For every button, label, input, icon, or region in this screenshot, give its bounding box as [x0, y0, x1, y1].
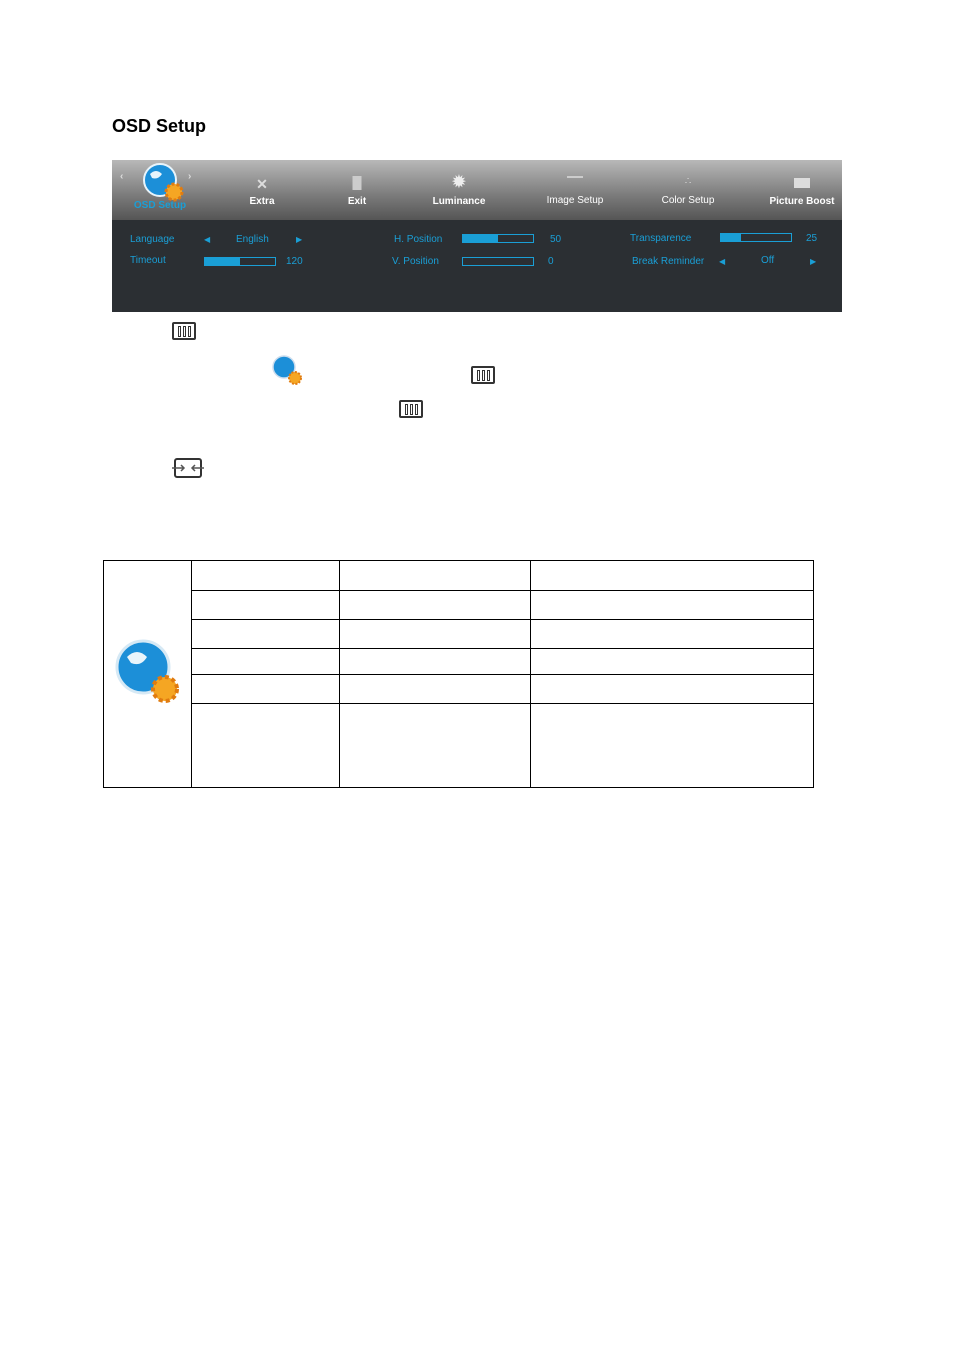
language-left-arrow[interactable]: ◀: [204, 235, 210, 244]
tab-extra[interactable]: ✕ Extra: [222, 160, 302, 220]
transparence-value: 25: [806, 233, 818, 244]
tools-icon: ✕: [256, 176, 268, 192]
v-position-slider[interactable]: [462, 257, 534, 266]
sun-icon: ✹: [452, 174, 466, 191]
transparence-slider[interactable]: [720, 233, 792, 242]
picture-boost-icon: [794, 178, 810, 188]
page-title: OSD Setup: [112, 116, 207, 136]
exit-door-icon: [352, 176, 362, 190]
color-dots-icon: ∴: [684, 176, 692, 187]
break-reminder-right-arrow[interactable]: ▶: [810, 257, 816, 266]
v-position-value: 0: [548, 256, 554, 267]
tab-image-setup[interactable]: Image Setup: [530, 160, 620, 220]
timeout-value: 120: [286, 256, 303, 267]
break-reminder-label: Break Reminder: [632, 256, 705, 267]
tab-picture-boost[interactable]: Picture Boost: [762, 160, 842, 220]
timeout-slider[interactable]: [204, 257, 276, 266]
osd-setup-cell: [103, 560, 192, 788]
osd-setup-icon: [115, 639, 179, 703]
tab-exit[interactable]: Exit: [317, 160, 397, 220]
menu-button-icon: [399, 400, 423, 418]
tab-color-setup[interactable]: ∴ Color Setup: [643, 160, 733, 220]
language-value: English: [236, 234, 269, 245]
h-position-slider[interactable]: [462, 234, 534, 243]
break-reminder-left-arrow[interactable]: ◀: [719, 257, 725, 266]
transparence-label: Transparence: [630, 233, 692, 244]
tab-luminance[interactable]: ✹ Luminance: [419, 160, 499, 220]
menu-button-icon: [471, 366, 495, 384]
osd-tab-bar: ‹ › OSD Setup ✕ Extra Exit ✹ Luminance Imag…: [112, 160, 842, 220]
osd-setup-table: [103, 560, 814, 788]
h-position-label: H. Position: [394, 234, 443, 245]
image-setup-icon: [567, 176, 583, 186]
tab-osd-setup[interactable]: ‹ › OSD Setup: [120, 160, 200, 220]
menu-button-icon: [172, 322, 196, 340]
v-position-label: V. Position: [392, 256, 439, 267]
break-reminder-value: Off: [761, 255, 775, 266]
timeout-label: Timeout: [130, 255, 166, 266]
document-page: OSD Setup ‹ › OSD Setup ✕ Extra Exit ✹ Lumi…: [0, 0, 954, 1350]
osd-menu: ‹ › OSD Setup ✕ Extra Exit ✹ Luminance Imag…: [112, 160, 842, 312]
osd-setup-icon: [272, 355, 302, 385]
globe-gear-icon: [143, 163, 184, 202]
h-position-value: 50: [550, 234, 562, 245]
language-label: Language: [130, 234, 175, 245]
language-right-arrow[interactable]: ▶: [296, 235, 302, 244]
auto-exit-button-icon: [172, 458, 204, 478]
